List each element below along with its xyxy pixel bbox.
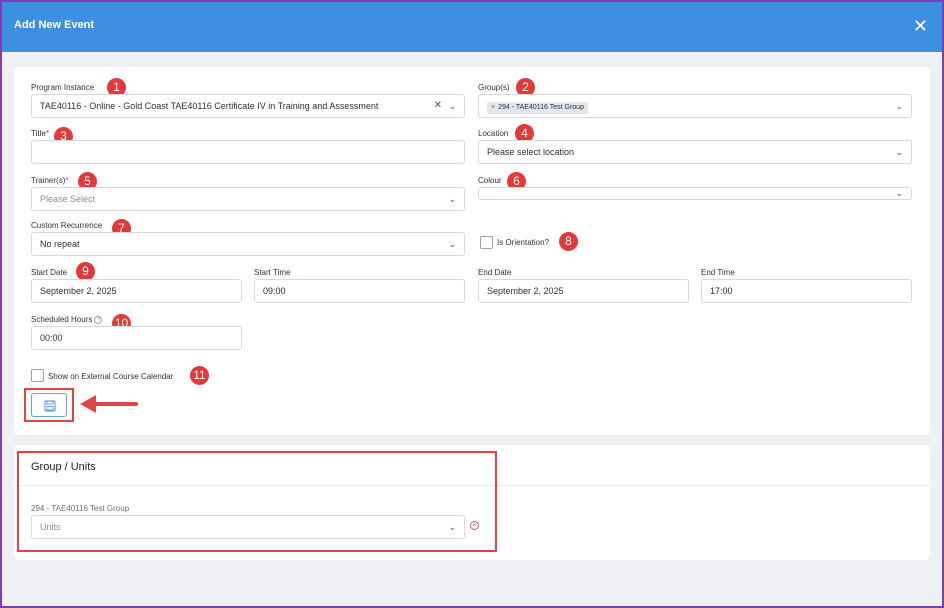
group-tag-label: 294 - TAE40116 Test Group [498, 104, 584, 111]
start-date-value: September 2, 2025 [40, 286, 117, 296]
end-time-value: 17:00 [710, 286, 733, 296]
units-placeholder: Units [40, 522, 61, 532]
chevron-down-icon[interactable]: ⌄ [448, 233, 456, 255]
scheduled-hours-label-text: Scheduled Hours [31, 315, 93, 324]
location-select[interactable]: Please select location ⌄ [478, 140, 912, 164]
units-section-title: Group / Units [31, 461, 96, 473]
end-time-input[interactable]: 17:00 [701, 279, 912, 303]
required-mark: * [65, 176, 69, 185]
scheduled-hours-label: Scheduled Hours? [31, 315, 103, 324]
title-label-text: Title [31, 129, 46, 138]
program-instance-value: TAE40116 - Online - Gold Coast TAE40116 … [40, 101, 379, 111]
start-time-label: Start Time [254, 268, 291, 277]
chevron-down-icon[interactable]: ⌄ [895, 188, 903, 199]
scheduled-hours-input[interactable]: 00:00 [31, 326, 242, 350]
required-mark: * [45, 129, 49, 138]
custom-recurrence-select[interactable]: No repeat ⌄ [31, 232, 465, 256]
save-button[interactable] [31, 393, 67, 417]
chevron-down-icon[interactable]: ⌄ [448, 95, 456, 117]
colour-label: Colour [478, 176, 502, 185]
end-date-input[interactable]: September 2, 2025 [478, 279, 689, 303]
help-icon[interactable]: ? [94, 315, 103, 324]
end-time-label: End Time [701, 268, 735, 277]
start-time-input[interactable]: 09:00 [254, 279, 465, 303]
location-label: Location [478, 129, 509, 138]
title-input[interactable] [31, 140, 465, 164]
trainers-label: Trainer(s)* [31, 176, 69, 185]
start-time-value: 09:00 [263, 286, 286, 296]
trainers-select[interactable]: Please Select ⌄ [31, 187, 465, 211]
close-icon[interactable]: ✕ [913, 14, 928, 38]
custom-recurrence-label: Custom Recurrence [31, 221, 103, 230]
units-select[interactable]: Units ⌄ [31, 515, 465, 539]
chevron-down-icon[interactable]: ⌄ [448, 516, 456, 538]
program-instance-select[interactable]: TAE40116 - Online - Gold Coast TAE40116 … [31, 94, 465, 118]
colour-select[interactable]: ⌄ [478, 187, 912, 200]
end-date-label: End Date [478, 268, 512, 277]
start-date-label: Start Date [31, 268, 68, 277]
units-group-label: 294 - TAE40116 Test Group [31, 504, 130, 513]
title-label: Title* [31, 129, 49, 138]
chevron-down-icon[interactable]: ⌄ [895, 141, 903, 163]
dialog-header: Add New Event ✕ [2, 2, 942, 52]
group-tag[interactable]: × 294 - TAE40116 Test Group [487, 102, 588, 114]
program-instance-label: Program Instance [31, 83, 95, 92]
remove-circle-icon[interactable]: × [470, 521, 479, 530]
recurrence-value: No repeat [40, 239, 80, 249]
is-orientation-label: Is Orientation? [497, 238, 550, 247]
remove-tag-icon[interactable]: × [491, 104, 495, 111]
callout-8: 8 [559, 232, 578, 251]
is-orientation-checkbox[interactable] [480, 236, 493, 249]
location-placeholder: Please select location [487, 147, 575, 157]
groups-label: Group(s) [478, 83, 510, 92]
pointer-arrow-icon [80, 395, 138, 413]
clear-icon[interactable]: ✕ [434, 95, 442, 117]
show-external-label: Show on External Course Calendar [48, 372, 174, 381]
show-external-checkbox[interactable] [31, 369, 44, 382]
trainers-placeholder: Please Select [40, 194, 96, 204]
floppy-disk-icon [44, 400, 56, 412]
start-date-input[interactable]: September 2, 2025 [31, 279, 242, 303]
end-date-value: September 2, 2025 [487, 286, 564, 296]
chevron-down-icon[interactable]: ⌄ [895, 95, 903, 117]
chevron-down-icon[interactable]: ⌄ [448, 188, 456, 210]
callout-11: 11 [190, 366, 209, 385]
scheduled-hours-value: 00:00 [40, 333, 63, 343]
trainers-label-text: Trainer(s) [31, 176, 66, 185]
dialog-title: Add New Event [14, 19, 95, 31]
groups-select[interactable]: × 294 - TAE40116 Test Group ⌄ [478, 94, 912, 118]
